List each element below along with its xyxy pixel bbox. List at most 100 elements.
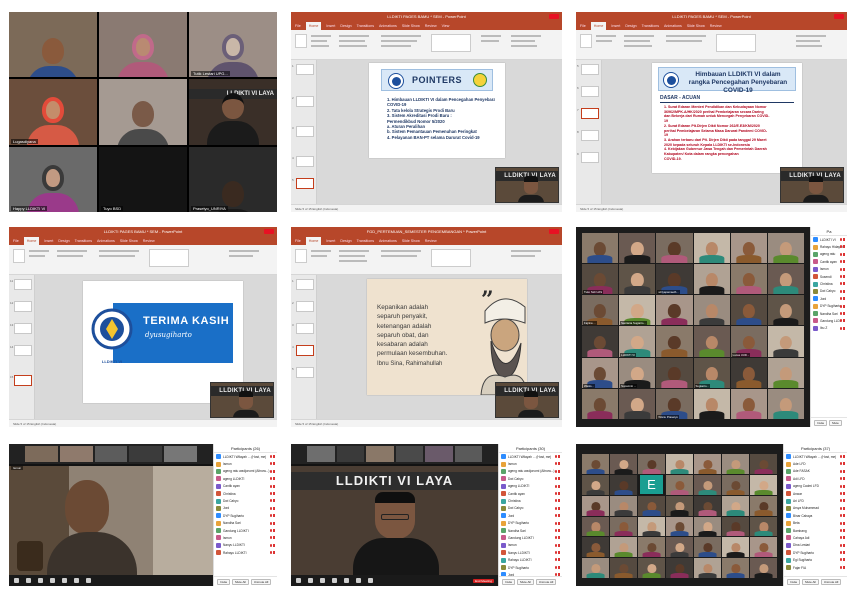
participant-list-item[interactable]: Fajar FIA — [784, 564, 847, 571]
video-tile[interactable] — [722, 495, 749, 516]
tab-review[interactable]: Review — [425, 22, 437, 30]
active-speaker-video[interactable] — [9, 466, 213, 575]
participant-list-item[interactable]: Ibu Z — [811, 325, 847, 332]
tab-insert[interactable]: Insert — [326, 22, 335, 30]
chat-icon[interactable] — [344, 578, 349, 583]
tab-review[interactable]: Review — [143, 237, 155, 245]
video-tile[interactable] — [694, 495, 721, 516]
share-button[interactable] — [549, 14, 559, 19]
video-tile[interactable] — [656, 295, 693, 326]
participant-list-item[interactable]: Christina — [214, 490, 277, 497]
participant-list-item[interactable]: Christina — [499, 497, 562, 504]
video-tile[interactable] — [693, 326, 730, 357]
share-button[interactable] — [834, 14, 844, 19]
tab-home[interactable]: Home — [305, 22, 322, 30]
video-tile[interactable]: Wasis... — [582, 357, 619, 388]
tab-view[interactable]: View — [442, 22, 450, 30]
speaker-thumbnail[interactable]: LLDIKTI VI LAYA — [495, 382, 559, 418]
video-tile[interactable] — [693, 233, 730, 264]
tab-design[interactable]: Design — [58, 237, 69, 245]
video-tile[interactable]: Sanitaria Sugiarto... — [619, 295, 656, 326]
participant-list-item[interactable]: Rahayu LLDIKTI — [214, 549, 277, 556]
video-tile[interactable]: E — [638, 474, 665, 495]
tab-design[interactable]: Design — [340, 237, 351, 245]
tab-file[interactable]: File — [580, 22, 586, 30]
mute-all-button[interactable]: Mute All — [232, 578, 249, 585]
slide-thumbnail[interactable] — [296, 279, 314, 290]
video-tile[interactable] — [730, 357, 767, 388]
slide-thumbnail[interactable] — [296, 64, 314, 75]
participant-list-item[interactable]: Dwi Cahyo — [499, 505, 562, 512]
video-tile[interactable] — [582, 558, 609, 578]
video-tile[interactable] — [666, 537, 693, 558]
participant-list-item[interactable]: Nandha Sari — [499, 527, 562, 534]
video-tile[interactable] — [656, 357, 693, 388]
video-tile[interactable] — [610, 558, 637, 578]
video-tile[interactable] — [693, 295, 730, 326]
video-tile[interactable] — [694, 537, 721, 558]
participant-list-item[interactable]: Nanyu LLDIKTI — [499, 549, 562, 556]
video-tile[interactable] — [750, 495, 777, 516]
video-icon[interactable] — [308, 578, 313, 583]
ribbon-toolbar[interactable] — [291, 30, 562, 60]
video-tile[interactable]: Sugianto... — [693, 357, 730, 388]
video-tile[interactable]: Tuko Sidi UAS — [582, 264, 619, 295]
participant-list-item[interactable]: Binar Cahaya — [784, 512, 847, 519]
video-tile[interactable] — [730, 264, 767, 295]
tab-home[interactable]: Home — [590, 22, 607, 30]
video-tile[interactable] — [619, 388, 656, 419]
video-tile[interactable] — [610, 474, 637, 495]
video-tile[interactable] — [582, 495, 609, 516]
slide-thumbnail[interactable] — [296, 126, 314, 137]
slide-thumbnail-selected[interactable] — [296, 345, 314, 356]
video-tile[interactable] — [619, 264, 656, 295]
video-tile[interactable] — [693, 388, 730, 419]
video-tile[interactable] — [610, 454, 637, 474]
thumbnail-strip[interactable] — [291, 444, 498, 464]
participant-list-item[interactable]: Dwi Cahyo — [811, 288, 847, 295]
tab-home[interactable]: Home — [23, 237, 40, 245]
participant-list-item[interactable]: LLDIKTI Wilayah ... (Host, me) — [499, 453, 562, 460]
slide-thumbnail-selected[interactable] — [14, 375, 32, 386]
invite-button[interactable]: Invite — [787, 578, 801, 585]
video-tile[interactable] — [656, 326, 693, 357]
tab-animations[interactable]: Animations — [664, 22, 682, 30]
participant-list-item[interactable]: Bambang — [784, 527, 847, 534]
video-tile[interactable] — [730, 295, 767, 326]
participant-list-item[interactable]: ageng Cadmi LFD — [784, 483, 847, 490]
tab-insert[interactable]: Insert — [44, 237, 53, 245]
unmute-all-button[interactable]: Unmute All — [820, 578, 842, 585]
tab-design[interactable]: Design — [625, 22, 636, 30]
participant-list-item[interactable]: LLDIKTI Wilayah ... (Host, me) — [214, 453, 277, 460]
unmute-all-button[interactable]: Unmute All — [535, 578, 557, 585]
unmute-all-button[interactable]: Unmute All — [250, 578, 272, 585]
slide-thumbnail[interactable] — [296, 367, 314, 378]
slide-thumbnail[interactable] — [581, 64, 599, 75]
video-tile[interactable] — [750, 516, 777, 537]
speaker-thumbnail[interactable]: LLDIKTI VI LAYA — [495, 167, 559, 203]
tab-design[interactable]: Design — [340, 22, 351, 30]
video-tile[interactable] — [638, 516, 665, 537]
chat-icon[interactable] — [62, 578, 67, 583]
slide-thumbnail[interactable] — [581, 86, 599, 97]
mute-all-button[interactable]: Mute All — [517, 578, 534, 585]
participant-list-item[interactable]: Gandung LLDIKTI — [214, 527, 277, 534]
video-tile[interactable] — [767, 295, 804, 326]
participant-list-item[interactable]: Susendi — [811, 273, 847, 280]
slide-thumbnail[interactable] — [296, 96, 314, 107]
tab-animations[interactable]: Animations — [379, 22, 397, 30]
video-tile[interactable] — [666, 454, 693, 474]
video-tile[interactable] — [694, 516, 721, 537]
mute-all-button[interactable]: Mute All — [802, 578, 819, 585]
ribbon-toolbar[interactable] — [9, 245, 277, 275]
video-tile[interactable]: Tuyo BSD — [99, 146, 187, 212]
participant-list-item[interactable]: Cantik ayan — [214, 483, 277, 490]
slide-thumbnail[interactable] — [296, 156, 314, 167]
video-tile[interactable]: LLDIKTI VI LAYA — [189, 79, 277, 145]
video-tile[interactable] — [582, 474, 609, 495]
participant-list-item[interactable]: Ari LFD — [784, 497, 847, 504]
participant-list-item[interactable]: Arsya Muhammad — [784, 505, 847, 512]
video-icon[interactable] — [26, 578, 31, 583]
tab-slide-show[interactable]: Slide Show — [402, 237, 420, 245]
share-screen-icon[interactable] — [356, 578, 361, 583]
